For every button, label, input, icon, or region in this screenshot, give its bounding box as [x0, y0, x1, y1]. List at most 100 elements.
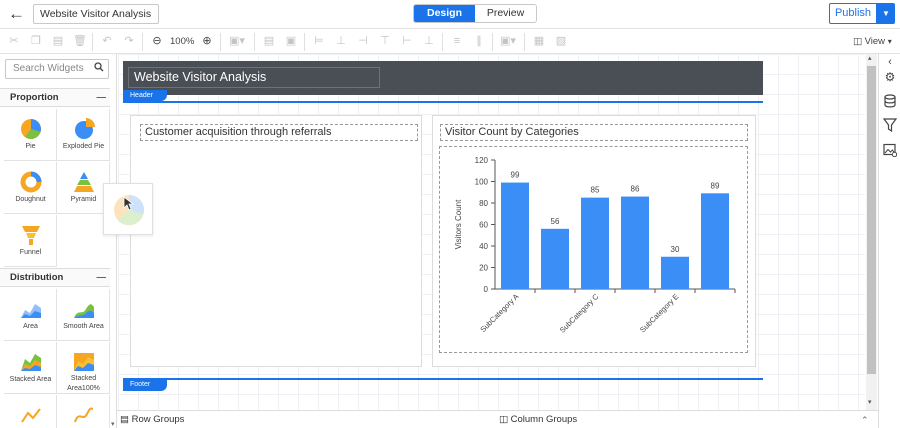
category-distribution[interactable]: Distribution —: [0, 268, 110, 287]
align-center-icon[interactable]: ⊥: [333, 34, 349, 49]
data-label: 99: [511, 171, 520, 180]
data-label: 86: [631, 185, 640, 194]
arrange-icon[interactable]: ▣▾: [227, 34, 247, 49]
fit-icon[interactable]: ▣▾: [498, 34, 518, 49]
group-icon[interactable]: ▦: [531, 34, 547, 49]
stacked-area-icon: [21, 354, 41, 371]
scroll-up-icon[interactable]: ▴: [868, 54, 872, 62]
data-label: 30: [671, 245, 680, 254]
area-chart-icon: [21, 304, 41, 318]
canvas-scrollbar[interactable]: ▴ ▾: [866, 54, 877, 410]
undo-icon[interactable]: ↶: [99, 34, 115, 49]
column-groups-label: Column Groups: [510, 414, 578, 425]
expand-up-icon[interactable]: ⌃: [861, 413, 869, 427]
zoom-out-icon[interactable]: ⊖: [149, 34, 165, 49]
stacked-area-100-icon: [74, 353, 94, 371]
footer-tag[interactable]: Footer: [123, 379, 167, 391]
widget-title[interactable]: Visitor Count by Categories: [440, 124, 748, 141]
align-right-icon[interactable]: ⊣: [355, 34, 371, 49]
search-icon[interactable]: [94, 62, 104, 74]
top-bar: ← Website Visitor Analysis Design Previe…: [0, 0, 900, 28]
tab-design[interactable]: Design: [414, 5, 475, 22]
widget-area[interactable]: Area: [4, 289, 57, 341]
collapse-icon[interactable]: —: [97, 89, 107, 106]
header-tag[interactable]: Header: [123, 90, 167, 101]
align-bottom-icon[interactable]: ⊥: [421, 34, 437, 49]
widget-referrals[interactable]: Customer acquisition through referrals: [130, 115, 422, 367]
back-arrow-icon[interactable]: ←: [8, 5, 28, 23]
scroll-down-icon[interactable]: ▾: [868, 398, 872, 406]
widget-funnel[interactable]: Funnel: [4, 215, 57, 267]
pyramid-icon: [74, 172, 94, 192]
widget-spline[interactable]: [57, 395, 110, 428]
cut-icon[interactable]: ✂: [6, 34, 22, 49]
distribute-vertical-icon[interactable]: ≡: [449, 34, 465, 49]
align-top-icon[interactable]: ▤: [261, 34, 277, 49]
widget-pie[interactable]: Pie: [4, 109, 57, 161]
widgets-panel: Search Widgets Proportion — Pie Exploded…: [0, 54, 117, 428]
header-divider: [123, 101, 763, 103]
database-icon[interactable]: [883, 94, 897, 108]
category-label: Proportion: [10, 92, 59, 103]
scroll-down-icon[interactable]: ▾: [111, 420, 115, 428]
data-label: 89: [711, 181, 720, 190]
filter-icon[interactable]: [882, 118, 898, 133]
widget-line[interactable]: [4, 395, 57, 428]
bar: [501, 182, 529, 289]
widget-visitor-count[interactable]: Visitor Count by Categories 0 20 40 60 80 100…: [432, 115, 756, 367]
image-settings-icon[interactable]: [883, 143, 898, 158]
funnel-icon: [22, 226, 40, 245]
design-canvas[interactable]: Website Visitor Analysis Header Customer…: [118, 54, 865, 410]
row-groups-label: Row Groups: [131, 414, 185, 425]
widget-title[interactable]: Customer acquisition through referrals: [140, 124, 418, 141]
tab-preview[interactable]: Preview: [475, 5, 536, 22]
category-proportion[interactable]: Proportion —: [0, 88, 110, 107]
redo-icon[interactable]: ↷: [121, 34, 137, 49]
align-top-edge-icon[interactable]: ⊤: [377, 34, 393, 49]
report-title-input[interactable]: Website Visitor Analysis: [33, 4, 159, 24]
widget-label: Exploded Pie: [62, 143, 105, 150]
align-middle-icon[interactable]: ▣: [283, 34, 299, 49]
header-band[interactable]: Website Visitor Analysis: [123, 61, 763, 95]
panel-scrollbar[interactable]: ▾: [110, 54, 116, 428]
align-left-icon[interactable]: ⊨: [311, 34, 327, 49]
category-label: Distribution: [10, 272, 64, 283]
widget-label: Funnel: [19, 249, 42, 256]
delete-icon[interactable]: 🗑: [72, 34, 88, 49]
publish-button[interactable]: Publish: [829, 3, 877, 24]
x-tick-label: SubCategory C: [558, 292, 601, 335]
widget-doughnut[interactable]: Doughnut: [4, 162, 57, 214]
chevron-left-icon[interactable]: ‹: [883, 55, 897, 69]
chevron-down-icon: ▾: [887, 37, 892, 46]
collapse-icon[interactable]: —: [97, 269, 107, 286]
widget-stacked-area[interactable]: Stacked Area: [4, 342, 57, 394]
scrollbar-thumb[interactable]: [867, 66, 876, 374]
widget-label: Area: [23, 323, 38, 330]
view-menu[interactable]: ◫ View ▾: [853, 34, 899, 49]
pie-chart-icon: [21, 119, 41, 139]
widget-label: Doughnut: [15, 196, 46, 203]
properties-sidebar: ‹ ⚙: [878, 54, 900, 428]
chart-area[interactable]: 0 20 40 60 80 100 120 Visitors Count 99 56 85 86 30 8…: [439, 146, 748, 353]
drag-preview: [103, 183, 153, 235]
zoom-level: 100%: [170, 36, 195, 47]
data-label: 56: [551, 217, 560, 226]
row-groups-toggle[interactable]: ▤ Row Groups: [120, 413, 184, 427]
column-groups-toggle[interactable]: ◫ Column Groups: [499, 413, 577, 427]
gear-icon[interactable]: ⚙: [883, 70, 897, 84]
ungroup-icon[interactable]: ▧: [553, 34, 569, 49]
header-title[interactable]: Website Visitor Analysis: [128, 67, 380, 88]
widget-stacked-area-100[interactable]: Stacked Area100%: [57, 342, 110, 394]
column-groups-icon: ◫: [499, 414, 508, 425]
distribute-horizontal-icon[interactable]: ∥: [471, 34, 487, 49]
zoom-in-icon[interactable]: ⊕: [199, 34, 215, 49]
data-label: 85: [591, 186, 600, 195]
copy-icon[interactable]: ❐: [28, 34, 44, 49]
paste-icon[interactable]: ▤: [50, 34, 66, 49]
widget-smooth-area[interactable]: Smooth Area: [57, 289, 110, 341]
widget-exploded-pie[interactable]: Exploded Pie: [57, 109, 110, 161]
publish-dropdown-icon[interactable]: ▼: [877, 3, 895, 24]
align-vcenter-icon[interactable]: ⊢: [399, 34, 415, 49]
bar: [621, 196, 649, 289]
widget-label: Stacked Area100%: [67, 375, 100, 392]
